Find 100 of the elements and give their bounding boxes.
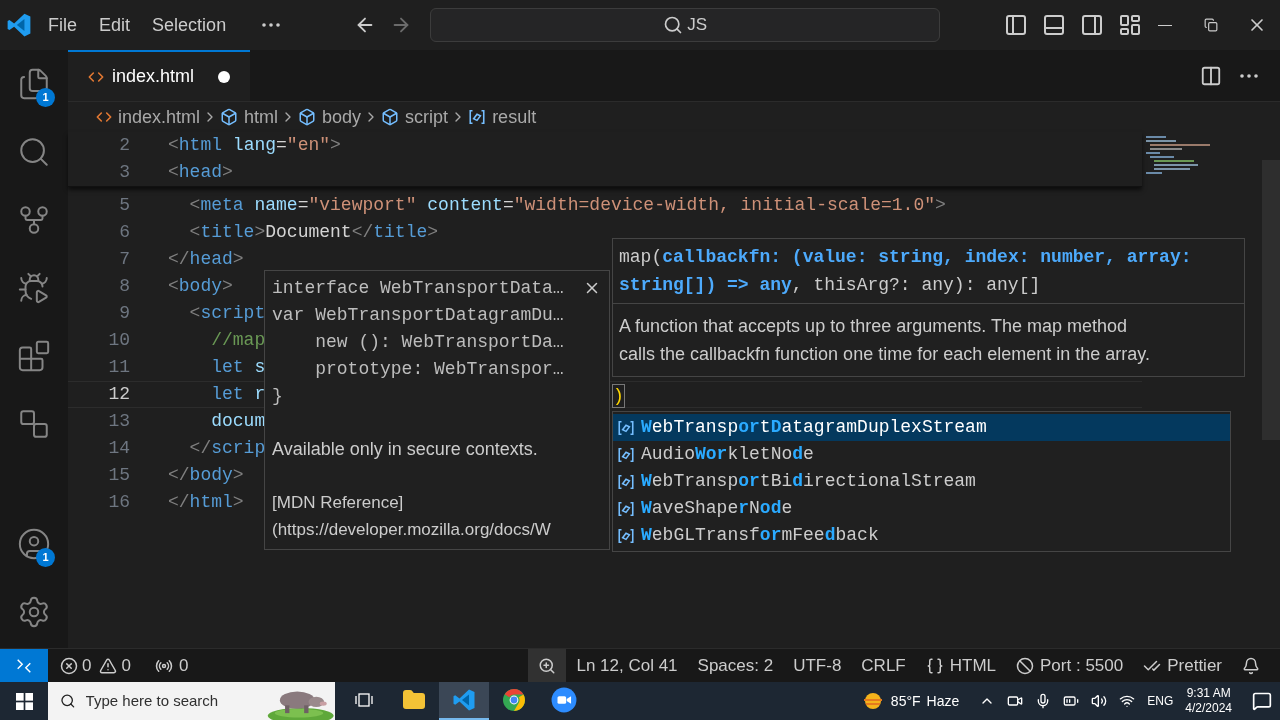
wifi-icon[interactable] <box>1119 693 1136 709</box>
code-line: </head> <box>168 248 244 271</box>
panel-left-icon[interactable] <box>1004 13 1028 37</box>
prettier-status-item[interactable]: Prettier <box>1133 649 1232 682</box>
temperature-text: 85°F <box>890 691 921 711</box>
badge: 1 <box>36 88 55 107</box>
squares-icon <box>17 407 51 441</box>
notification-icon[interactable] <box>1252 691 1272 711</box>
taskbar-search-box[interactable]: Type here to search <box>48 682 335 720</box>
editor-tab[interactable]: index.html <box>68 50 251 101</box>
folder-icon <box>402 688 426 712</box>
variable-icon <box>617 472 635 491</box>
vscode-logo-icon <box>6 12 32 38</box>
files-icon <box>17 67 51 101</box>
breadcrumb-item[interactable]: html <box>220 103 279 131</box>
language-indicator[interactable]: ENG <box>1147 692 1174 710</box>
zoom-status-item[interactable] <box>528 649 567 682</box>
line-number: 15 <box>107 464 130 487</box>
line-number: 3 <box>118 161 130 184</box>
suggestion-item[interactable]: WebTransportBidirectionalStream <box>613 468 1230 495</box>
code-line: <html lang="en"> <box>168 134 341 157</box>
line-number: 10 <box>107 329 130 352</box>
explorer-button[interactable]: 1 <box>0 50 68 118</box>
panel-right-icon[interactable] <box>1080 13 1104 37</box>
badge: 1 <box>36 548 55 567</box>
breadcrumb-item[interactable]: body <box>298 103 362 131</box>
line-number: 16 <box>107 491 130 514</box>
settings-icon <box>17 595 51 629</box>
restore-icon <box>1204 18 1218 32</box>
vscode-taskbar-button[interactable] <box>439 682 489 720</box>
signature-doc: calls the callbackfn function one time for each element in the array. <box>619 343 1151 366</box>
blocks-icon <box>17 339 51 373</box>
battery-icon[interactable] <box>1063 693 1080 709</box>
menu-item[interactable]: File <box>38 11 88 39</box>
code-line: let s <box>210 356 266 379</box>
command-center[interactable]: JS <box>430 8 940 42</box>
code-line: <title>Document</title> <box>188 221 439 244</box>
plain-status-item[interactable]: CRLF <box>851 649 916 682</box>
plain-status-item[interactable]: Spaces: 2 <box>687 649 784 682</box>
variable-icon <box>617 418 635 437</box>
code-line: let r <box>210 383 266 406</box>
line-number: 13 <box>107 410 130 433</box>
signature-doc: A function that accepts up to three arguments. The map method <box>619 315 1128 338</box>
problems-button[interactable]: 0 0 <box>52 649 139 682</box>
breadcrumb-item[interactable]: script <box>381 103 449 131</box>
account-icon <box>17 527 51 561</box>
code-line: </html> <box>168 491 244 514</box>
task-view-icon <box>354 690 374 710</box>
live-server-status-item[interactable]: Port : 5500 <box>1006 649 1134 682</box>
variable-icon <box>617 445 635 464</box>
panel-bottom-icon[interactable] <box>1042 13 1066 37</box>
line-number: 6 <box>118 221 130 244</box>
breadcrumb-item[interactable]: result <box>468 103 537 131</box>
suggestion-item[interactable]: WaveShaperNode <box>613 495 1230 522</box>
volume-icon[interactable] <box>1091 693 1108 709</box>
code-file-icon <box>96 109 112 125</box>
zoom-in-icon <box>538 656 557 675</box>
suggestion-item[interactable]: AudioWorkletNode <box>613 441 1230 468</box>
code-line: <body> <box>168 275 233 298</box>
cube-icon <box>381 108 400 126</box>
menu-item[interactable]: Edit <box>89 11 141 39</box>
split-editor-icon[interactable] <box>1200 64 1222 87</box>
doc-text: Available only in secure contexts. <box>272 438 539 461</box>
signature-text: map(callbackfn: (value: string, index: number, array: string[]) => any, thisArg?: any): any[] <box>618 246 1193 297</box>
remote-icon <box>15 656 33 675</box>
minimize-icon <box>1158 24 1172 26</box>
code-line: } <box>272 385 284 408</box>
search-icon <box>17 135 51 169</box>
more-icon[interactable] <box>1240 73 1258 78</box>
line-number: 14 <box>107 437 130 460</box>
code-line: </scrip <box>188 437 266 460</box>
code-line: interface WebTransportData… <box>272 277 565 300</box>
menu-item[interactable]: Selection <box>142 11 237 39</box>
language-status-item[interactable]: HTML <box>915 649 1007 682</box>
suggestion-item[interactable]: WebGLTransformFeedback <box>613 522 1230 549</box>
more-icon <box>262 23 281 27</box>
breadcrumb-item[interactable]: index.html <box>96 103 201 131</box>
clock[interactable]: 9:31 AM 4/2/2024 <box>1185 686 1232 716</box>
camera-icon[interactable] <box>1007 693 1024 709</box>
line-number: 11 <box>107 356 130 379</box>
code-line: //map <box>210 329 266 352</box>
layout-icon[interactable] <box>1118 13 1142 37</box>
plain-status-item[interactable]: Ln 12, Col 41 <box>566 649 688 682</box>
accounts-button[interactable]: 1 <box>0 510 68 578</box>
suggestion-item[interactable]: WebTransportDatagramDuplexStream <box>613 414 1230 441</box>
search-field[interactable]: Type here to search <box>85 689 266 713</box>
code-line: <script <box>188 302 266 325</box>
chrome-icon <box>502 688 526 712</box>
code-line: <head> <box>168 161 233 184</box>
variable-icon <box>617 499 635 518</box>
branch-icon <box>17 203 51 237</box>
variable-icon <box>468 108 487 126</box>
line-number: 9 <box>118 302 130 325</box>
search-icon <box>663 15 684 35</box>
reference-text: [MDN Reference] <box>272 492 405 514</box>
reference-text: (https://developer.mozilla.org/docs/W <box>272 519 552 541</box>
plain-status-item[interactable]: UTF-8 <box>783 649 852 682</box>
cube-icon <box>220 108 239 126</box>
ports-status-item[interactable]: 0 <box>144 649 199 682</box>
bug-play-icon <box>17 271 51 305</box>
